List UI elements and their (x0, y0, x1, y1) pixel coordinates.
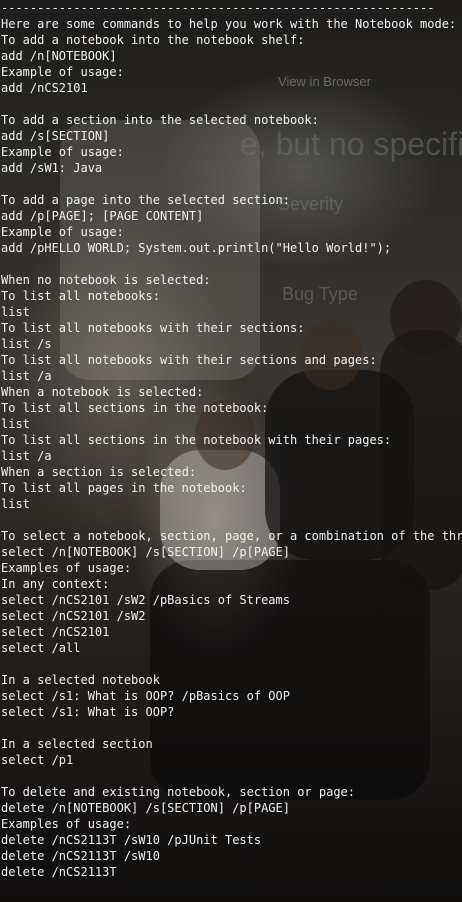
terminal-line: When a section is selected: (1, 465, 197, 479)
terminal-output: ----------------------------------------… (0, 0, 462, 902)
terminal-line: select /p1 (1, 753, 74, 767)
terminal-line: To add a page into the selected section: (1, 193, 290, 207)
terminal-line: When no notebook is selected: (1, 273, 211, 287)
terminal-line: To list all notebooks with their section… (1, 353, 377, 367)
terminal-line: Example of usage: (1, 145, 124, 159)
terminal-line: To list all notebooks: (1, 289, 160, 303)
terminal-line: select /nCS2101 (1, 625, 110, 639)
terminal-line: add /s[SECTION] (1, 129, 110, 143)
terminal-line: add /n[NOTEBOOK] (1, 49, 117, 63)
terminal-line: Here are some commands to help you work … (1, 17, 457, 31)
terminal-line: delete /nCS2113T /sW10 /pJUnit Tests (1, 833, 262, 847)
terminal-line: ----------------------------------------… (0, 896, 462, 902)
terminal-line: To list all sections in the notebook wit… (1, 433, 392, 447)
terminal-line: To list all notebooks with their section… (1, 321, 305, 335)
terminal-line: To add a notebook into the notebook shel… (1, 33, 305, 47)
terminal-line: To list all sections in the notebook: (1, 401, 269, 415)
terminal-line: list (1, 305, 30, 319)
terminal-line: To select a notebook, section, page, or … (1, 529, 462, 543)
terminal-line: delete /nCS2113T /sW10 (1, 849, 160, 863)
terminal-line: To add a section into the selected noteb… (1, 113, 319, 127)
terminal-line: Example of usage: (1, 65, 124, 79)
terminal-line: select /all (1, 641, 81, 655)
terminal-line: select /nCS2101 /sW2 /pBasics of Streams (1, 593, 290, 607)
terminal-line: list (1, 417, 30, 431)
terminal-line: In a selected notebook (1, 673, 160, 687)
terminal-line: Example of usage: (1, 225, 124, 239)
terminal-line: ----------------------------------------… (1, 1, 435, 15)
terminal-window: View in Browser e, but no specified in S… (0, 0, 462, 902)
terminal-line: list /a (1, 449, 52, 463)
terminal-line: list /s (1, 337, 52, 351)
terminal-line: add /sW1: Java (1, 161, 103, 175)
terminal-line: Examples of usage: (1, 561, 132, 575)
terminal-line: In any context: (1, 577, 110, 591)
terminal-line: select /s1: What is OOP? /pBasics of OOP (1, 689, 290, 703)
terminal-line: select /n[NOTEBOOK] /s[SECTION] /p[PAGE] (1, 545, 290, 559)
terminal-line: list /a (1, 369, 52, 383)
terminal-line: In a selected section (1, 737, 153, 751)
terminal-line: select /s1: What is OOP? (1, 705, 175, 719)
terminal-line: To list all pages in the notebook: (1, 481, 247, 495)
terminal-line: add /pHELLO WORLD; System.out.println("H… (1, 241, 392, 255)
terminal-line: list (1, 497, 30, 511)
terminal-line: To delete and existing notebook, section… (1, 785, 356, 799)
terminal-line: delete /n[NOTEBOOK] /s[SECTION] /p[PAGE] (1, 801, 290, 815)
terminal-line: select /nCS2101 /sW2 (1, 609, 146, 623)
terminal-line: Examples of usage: (1, 817, 132, 831)
terminal-line: add /p[PAGE]; [PAGE CONTENT] (1, 209, 204, 223)
terminal-line: delete /nCS2113T (1, 865, 117, 879)
terminal-line: add /nCS2101 (1, 81, 88, 95)
terminal-line: When a notebook is selected: (1, 385, 204, 399)
